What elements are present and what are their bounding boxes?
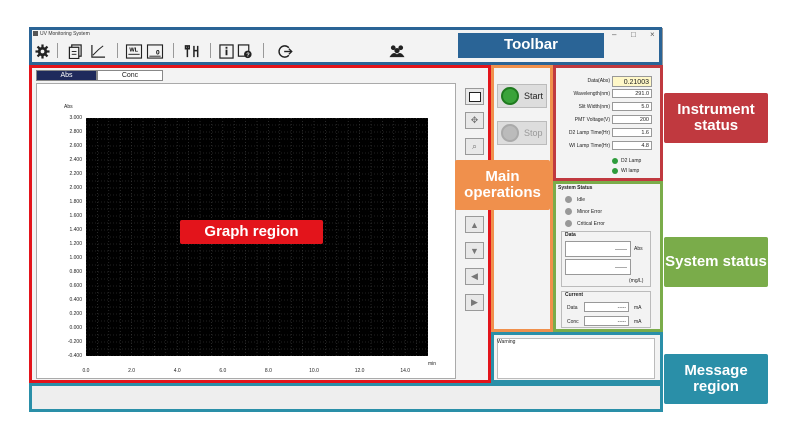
graph-callout: Graph region	[180, 220, 323, 244]
instrument-status-callout: Instrument status	[664, 93, 768, 143]
main-operations-callout: Main operations	[455, 160, 550, 210]
system-status-outline	[553, 181, 663, 332]
instrument-status-outline	[553, 65, 663, 181]
message-region-outline	[491, 332, 663, 383]
status-bar	[29, 383, 663, 412]
system-status-callout: System status	[664, 237, 768, 287]
message-region-callout: Message region	[664, 354, 768, 404]
toolbar-callout: Toolbar	[458, 33, 604, 58]
